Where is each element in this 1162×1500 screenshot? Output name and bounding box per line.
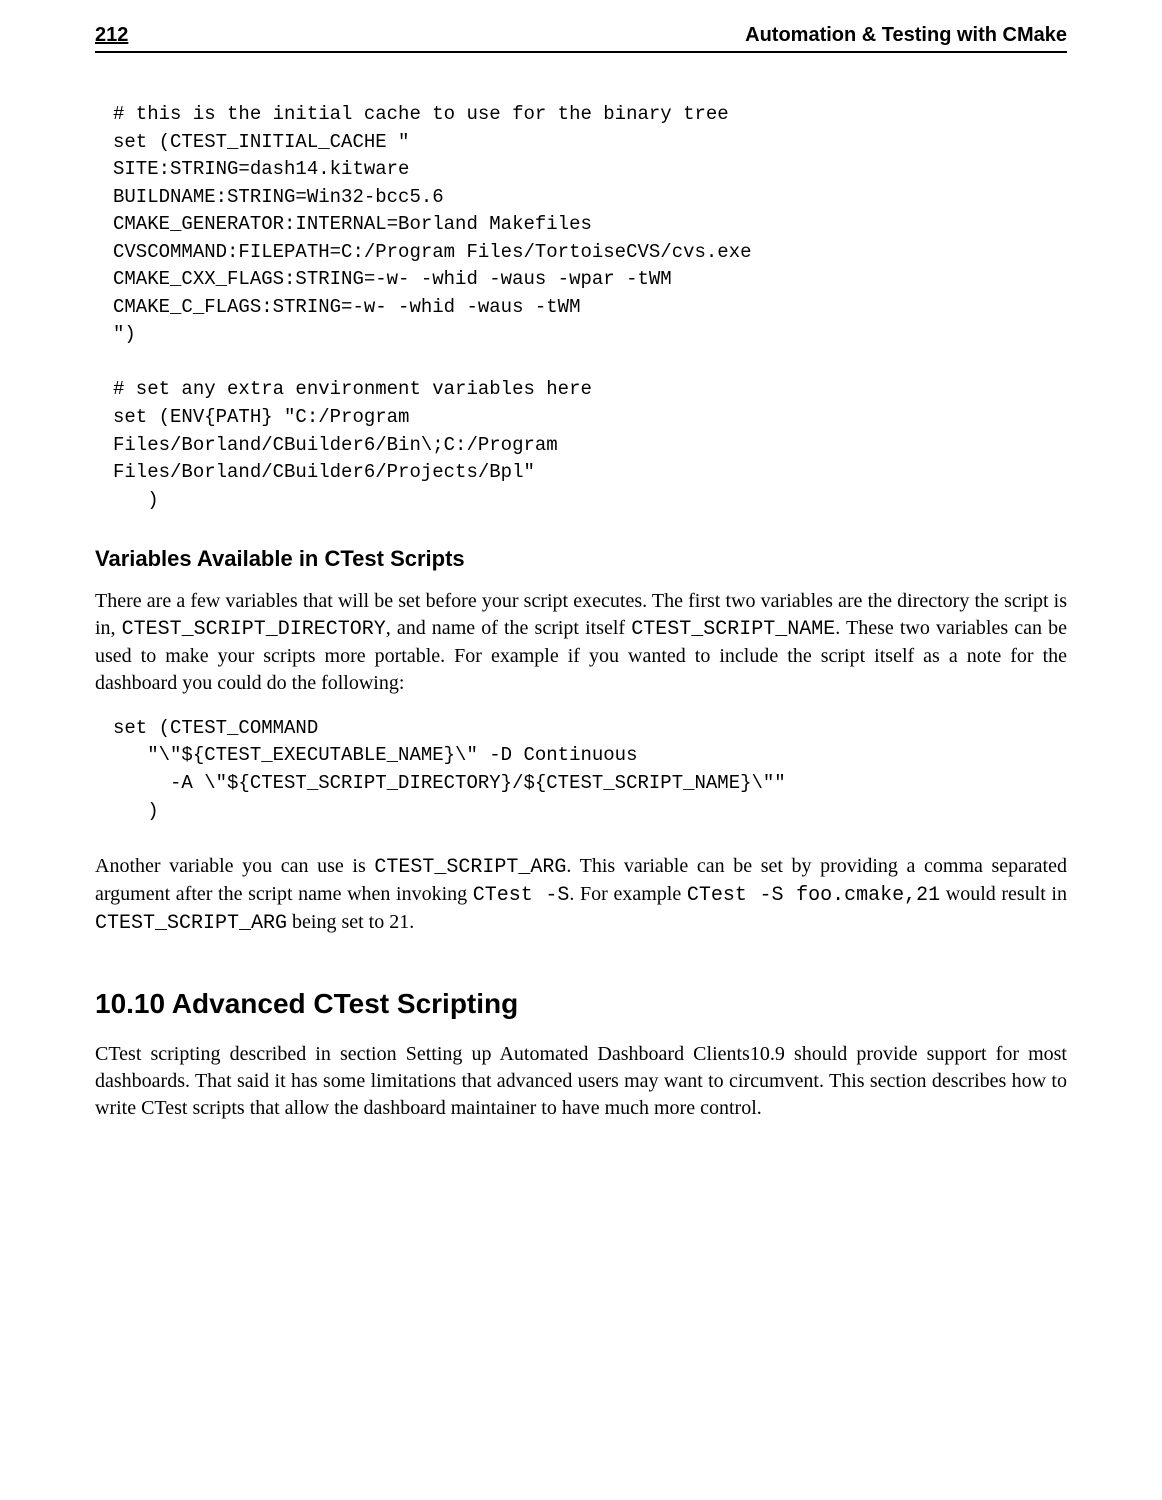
inline-code: CTest -S foo.cmake,21 <box>687 884 940 907</box>
header-title: Automation & Testing with CMake <box>745 22 1067 49</box>
text: . For example <box>569 883 686 905</box>
text: Another variable you can use is <box>95 855 374 877</box>
section-heading: 10.10 Advanced CTest Scripting <box>95 985 1067 1023</box>
inline-code: CTEST_SCRIPT_DIRECTORY <box>122 618 386 641</box>
running-header: 212 Automation & Testing with CMake <box>95 22 1067 53</box>
inline-code: CTEST_SCRIPT_ARG <box>95 912 287 935</box>
inline-code: CTEST_SCRIPT_NAME <box>631 618 835 641</box>
code-block-ctest-command: set (CTEST_COMMAND "\"${CTEST_EXECUTABLE… <box>95 715 1067 825</box>
paragraph-script-arg: Another variable you can use is CTEST_SC… <box>95 853 1067 937</box>
inline-code: CTEST_SCRIPT_ARG <box>374 856 566 879</box>
page: 212 Automation & Testing with CMake # th… <box>0 0 1162 1500</box>
content: # this is the initial cache to use for t… <box>95 101 1067 1122</box>
text: , and name of the script itself <box>386 617 631 639</box>
text: would result in <box>940 883 1067 905</box>
code-block-initial-cache: # this is the initial cache to use for t… <box>95 101 1067 514</box>
paragraph-advanced-intro: CTest scripting described in section Set… <box>95 1041 1067 1122</box>
paragraph-variables-intro: There are a few variables that will be s… <box>95 588 1067 697</box>
page-number: 212 <box>95 22 128 49</box>
inline-code: CTest -S <box>473 884 570 907</box>
text: being set to 21. <box>287 911 414 933</box>
subsection-heading: Variables Available in CTest Scripts <box>95 544 1067 574</box>
